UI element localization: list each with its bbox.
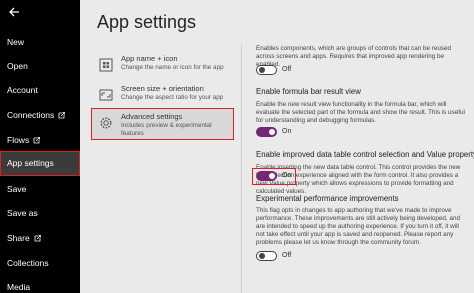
external-link-icon [58, 112, 66, 119]
experimental-toggle[interactable]: Off [256, 250, 306, 262]
experimental-description: This flag opts in changes to app authori… [256, 207, 460, 246]
toggle-track [256, 171, 277, 181]
toggle-track [256, 251, 277, 261]
category-desc: Change the name or icon for the app [121, 64, 224, 71]
category-desc: Change the aspect ratio for your app [121, 94, 224, 101]
sidebar-item-share[interactable]: Share [0, 226, 80, 250]
toggle-label: Off [282, 252, 292, 259]
sidebar: New Open Account Connections Flows App s… [0, 0, 80, 293]
sidebar-item-media[interactable]: Media [0, 275, 80, 293]
toggle-thumb [259, 253, 265, 259]
toggle-track [256, 65, 277, 75]
sidebar-item-new[interactable]: New [0, 30, 80, 54]
app-icon [99, 58, 113, 72]
category-desc: Includes preview & experimental features [121, 122, 212, 137]
toggle-label: On [282, 128, 292, 135]
sidebar-item-save-as[interactable]: Save as [0, 201, 80, 225]
sidebar-item-open[interactable]: Open [0, 54, 80, 78]
toggle-track [256, 127, 277, 137]
sidebar-item-flows[interactable]: Flows [0, 128, 80, 152]
category-name: Screen size + orientation [121, 84, 204, 93]
category-name: App name + icon [121, 54, 178, 63]
formula-bar-toggle[interactable]: On [256, 126, 306, 138]
sidebar-item-account[interactable]: Account [0, 78, 80, 102]
data-table-toggle[interactable]: On [256, 170, 306, 182]
external-link-icon [34, 235, 41, 242]
external-link-icon [33, 137, 41, 144]
gear-icon [100, 117, 112, 129]
sidebar-item-connections[interactable]: Connections [0, 103, 80, 127]
page-title: App settings [97, 12, 197, 32]
experimental-heading: Experimental performance improvements [256, 194, 399, 203]
toggle-label: Off [282, 66, 292, 73]
formula-bar-heading: Enable formula bar result view [256, 87, 361, 96]
category-advanced-settings[interactable]: Advanced settings Includes preview & exp… [91, 108, 234, 140]
toggle-thumb [259, 67, 265, 73]
sidebar-item-save[interactable]: Save [0, 177, 80, 201]
toggle-label: On [282, 172, 292, 179]
screen-icon [99, 89, 113, 101]
category-app-name-icon[interactable]: App name + icon Change the name or icon … [91, 50, 234, 80]
components-toggle[interactable]: Off [256, 64, 306, 76]
toggle-thumb [269, 173, 275, 179]
sidebar-item-app-settings[interactable]: App settings [0, 151, 80, 176]
back-arrow-icon[interactable] [8, 6, 20, 18]
category-name: Advanced settings [121, 112, 183, 121]
sidebar-item-collections[interactable]: Collections [0, 251, 80, 275]
divider [241, 44, 242, 293]
toggle-thumb [269, 129, 275, 135]
data-table-toggle-highlight: On [252, 168, 296, 185]
formula-bar-description: Enable the new result view functionality… [256, 101, 465, 124]
data-table-heading: Enable improved data table control selec… [256, 150, 474, 159]
category-screen-size[interactable]: Screen size + orientation Change the asp… [91, 80, 234, 110]
